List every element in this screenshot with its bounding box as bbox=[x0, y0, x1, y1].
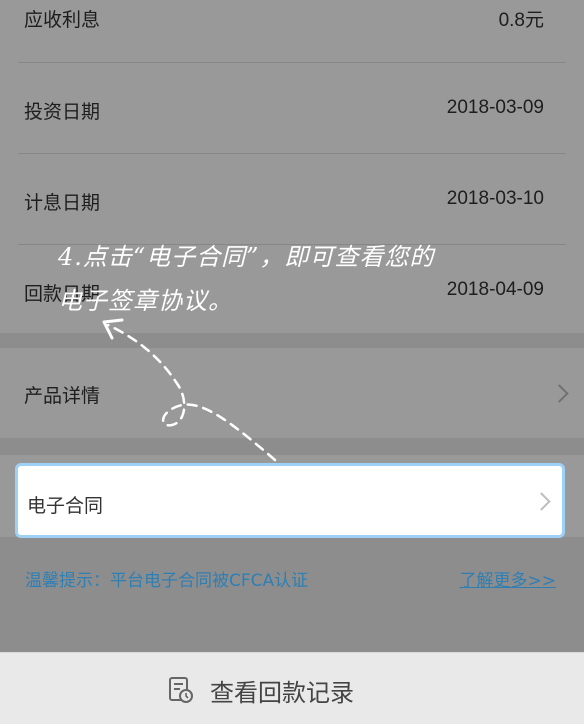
repayment-record-icon bbox=[168, 676, 194, 708]
electronic-contract-row[interactable]: 电子合同 bbox=[15, 463, 565, 538]
accrual-date-value: 2018-03-10 bbox=[446, 188, 544, 209]
notice-area bbox=[0, 545, 584, 652]
product-detail-row[interactable]: 产品详情 bbox=[0, 348, 584, 438]
hint-line-1: 4.点击“电子合同”，即可查看您的 bbox=[58, 243, 435, 271]
product-detail-label: 产品详情 bbox=[24, 385, 101, 407]
row-interest: 应收利息 0.8元 bbox=[0, 0, 584, 62]
row-accrual-date: 计息日期 2018-03-10 bbox=[0, 154, 584, 244]
invest-date-label: 投资日期 bbox=[24, 101, 101, 123]
contract-label: 电子合同 bbox=[27, 495, 104, 517]
tutorial-hint: 4.点击“电子合同”，即可查看您的 电子签章协议。 bbox=[58, 235, 558, 323]
cfca-notice: 温馨提示：平台电子合同被CFCA认证 bbox=[25, 571, 309, 591]
repayment-record-button[interactable]: 查看回款记录 bbox=[0, 652, 584, 724]
hint-line-2: 电子签章协议。 bbox=[58, 287, 233, 315]
interest-label: 应收利息 bbox=[24, 9, 101, 31]
invest-date-value: 2018-03-09 bbox=[446, 97, 544, 118]
interest-value: 0.8元 bbox=[498, 10, 544, 31]
accrual-date-label: 计息日期 bbox=[24, 192, 101, 214]
learn-more-link[interactable]: 了解更多>> bbox=[460, 566, 557, 591]
row-invest-date: 投资日期 2018-03-09 bbox=[0, 63, 584, 153]
product-detail-inner: 产品详情 bbox=[0, 348, 584, 438]
repayment-record-label: 查看回款记录 bbox=[210, 679, 354, 707]
investment-detail-screen: 应收利息 0.8元 投资日期 2018-03-09 计息日期 2018-03-1… bbox=[0, 0, 584, 724]
chevron-right-icon bbox=[532, 492, 551, 511]
